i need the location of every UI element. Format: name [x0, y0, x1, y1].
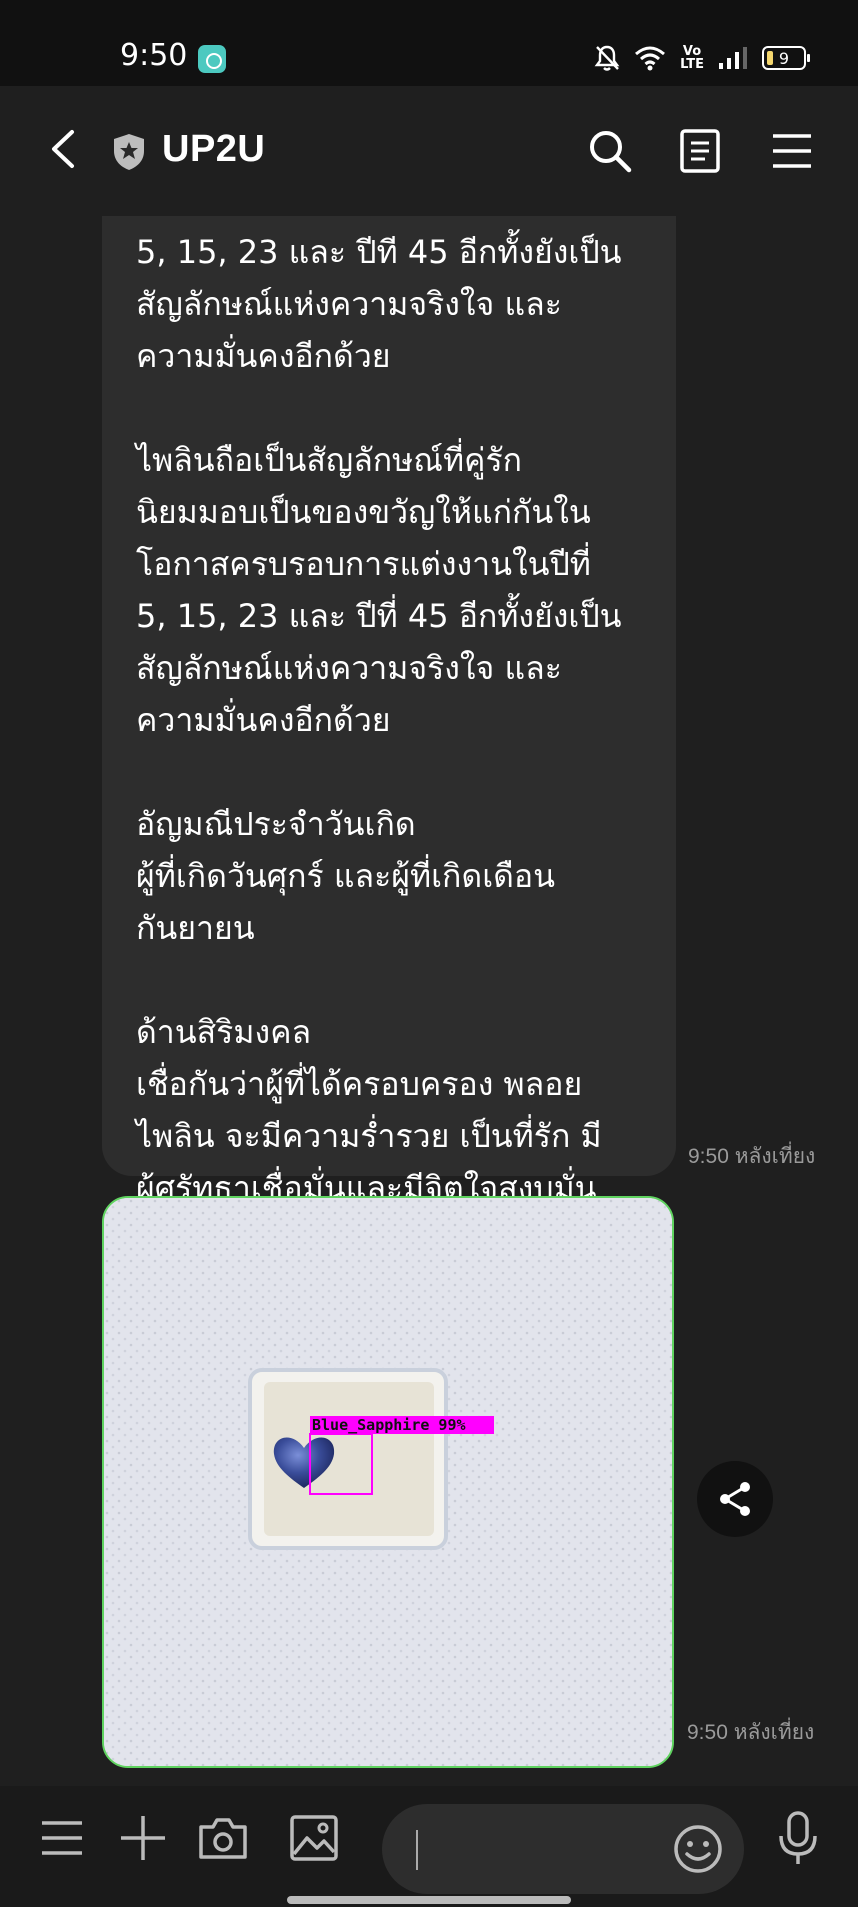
menu-icon [42, 1821, 82, 1855]
gallery-icon [290, 1815, 338, 1861]
add-button[interactable] [115, 1810, 171, 1866]
search-icon [590, 131, 632, 173]
signal-icon [719, 47, 747, 69]
gemstone-photo [104, 1198, 672, 1766]
wifi-icon [635, 46, 666, 71]
input-bar [0, 1786, 858, 1907]
shield-icon [114, 134, 144, 170]
microphone-icon [779, 1811, 817, 1864]
mute-bell-icon [594, 45, 620, 71]
image-message[interactable]: Blue_Sapphire 99% [102, 1196, 674, 1768]
status-icons: Vo LTE 9 [594, 42, 810, 74]
emoji-icon[interactable] [670, 1821, 726, 1877]
notes-icon [680, 129, 720, 173]
share-icon [720, 1482, 750, 1516]
back-arrow-icon [52, 130, 74, 168]
menu-icon [773, 134, 811, 168]
status-bar: 9:50 Vo LTE 9 [0, 0, 858, 86]
battery-level: 9 [778, 48, 790, 68]
message-time: 9:50 หลังเที่ยง [688, 1145, 816, 1168]
menu-button[interactable] [765, 124, 819, 178]
volte-bottom-label: LTE [680, 57, 704, 72]
share-button[interactable] [697, 1461, 773, 1537]
message-text: 5, 15, 23 และ ปีที 45 อีกทั้งยังเป็น สัญ… [136, 233, 622, 1259]
chat-messages[interactable]: 5, 15, 23 และ ปีที 45 อีกทั้งยังเป็น สัญ… [0, 216, 858, 1786]
chat-header: UP2U [0, 86, 858, 216]
search-button[interactable] [583, 124, 637, 178]
camera-button[interactable] [195, 1810, 251, 1866]
message-input[interactable] [422, 1824, 652, 1874]
more-menu-button[interactable] [34, 1810, 90, 1866]
app-notification-icon [198, 45, 226, 73]
plus-icon [121, 1816, 165, 1860]
back-button[interactable] [40, 124, 90, 174]
image-time: 9:50 หลังเที่ยง [687, 1721, 815, 1744]
chat-title: UP2U [162, 128, 266, 170]
notes-button[interactable] [673, 124, 727, 178]
home-indicator[interactable] [287, 1896, 571, 1904]
status-time: 9:50 [120, 38, 188, 73]
message-bubble[interactable]: 5, 15, 23 และ ปีที 45 อีกทั้งยังเป็น สัญ… [102, 216, 676, 1259]
gallery-button[interactable] [286, 1810, 342, 1866]
message-field[interactable] [382, 1804, 744, 1894]
microphone-button[interactable] [770, 1810, 826, 1866]
camera-icon [199, 1818, 247, 1859]
text-cursor [416, 1830, 418, 1870]
battery-icon: 9 [762, 46, 810, 70]
volte-icon: Vo LTE [680, 45, 704, 71]
detection-label: Blue_Sapphire 99% [312, 1416, 466, 1434]
